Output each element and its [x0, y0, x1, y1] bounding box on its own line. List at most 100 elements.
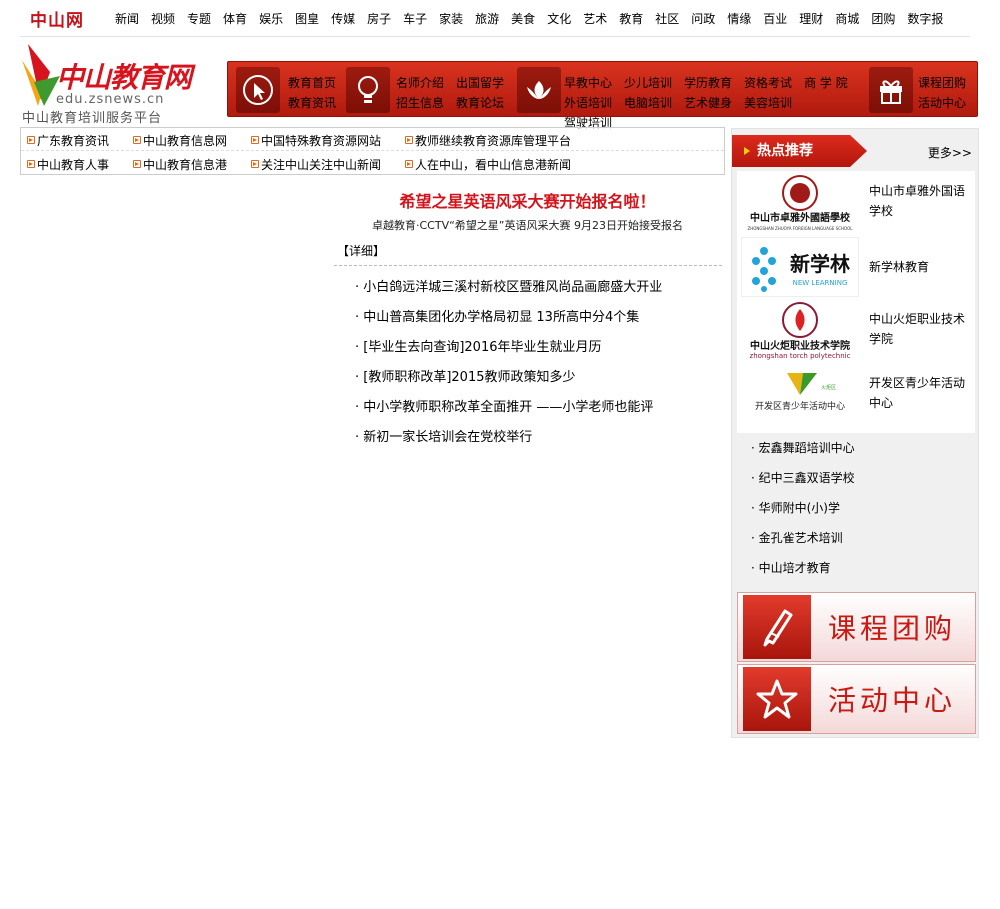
hot-list: 中山市卓雅外國語學校 ZHONGSHAN ZHUOYA FOREIGN LANG… — [737, 171, 975, 433]
top-nav-item[interactable]: 数字报 — [907, 10, 943, 27]
top-nav-item[interactable]: 房子 — [367, 10, 391, 27]
nav-item[interactable]: 少儿培训 — [624, 73, 672, 93]
hot-header: 热点推荐 更多>> — [732, 135, 978, 167]
hot-text-link[interactable]: · 宏鑫舞蹈培训中心 — [737, 433, 975, 463]
nav-item[interactable]: 教育资讯 — [288, 93, 336, 113]
nav-item[interactable]: 课程团购 — [918, 73, 966, 93]
hot-item[interactable]: 新学林 NEW LEARNING 新学林教育 — [737, 235, 975, 299]
top-nav-item[interactable]: 图皇 — [295, 10, 319, 27]
hot-item[interactable]: 中山火炬职业技术学院 zhongshan torch polytechnic 中… — [737, 299, 975, 363]
quick-link[interactable]: 中山教育人事 — [27, 156, 109, 173]
nav-item[interactable]: 招生信息 — [396, 93, 444, 113]
category-nav: 教育首页 教育资讯 名师介绍 出国留学 招生信息 教育论坛 早教中心 少儿培训 学历教育… — [227, 61, 978, 130]
top-nav-item[interactable]: 问政 — [691, 10, 715, 27]
nav-item[interactable]: 教育论坛 — [456, 93, 504, 113]
nav-item[interactable]: 电脑培训 — [624, 93, 672, 113]
quick-link-label: 中山教育信息网 — [143, 134, 228, 148]
news-item[interactable]: · [毕业生去向查询]2016年毕业生就业月历 — [355, 338, 662, 368]
hot-recommend-panel: 热点推荐 更多>> 中山市卓雅外國語學校 ZHONGSHAN ZHUOYA FO… — [731, 128, 979, 738]
top-nav-item[interactable]: 家装 — [439, 10, 463, 27]
hot-text-link[interactable]: · 中山培才教育 — [737, 553, 975, 583]
nav-item[interactable]: 外语培训 — [564, 93, 612, 113]
quick-link[interactable]: 中山教育信息网 — [133, 132, 227, 149]
top-nav-item[interactable]: 百业 — [763, 10, 787, 27]
top-nav-item[interactable]: 情缘 — [727, 10, 751, 27]
edu-logo[interactable]: 中山教育网 edu.zsnews.cn 中山教育培训服务平台 — [20, 42, 210, 126]
top-nav-item[interactable]: 理财 — [799, 10, 823, 27]
gift-icon — [869, 67, 913, 113]
top-nav-item[interactable]: 社区 — [655, 10, 679, 27]
quick-link[interactable]: 广东教育资讯 — [27, 132, 109, 149]
news-item[interactable]: · 中山普高集团化办学格局初显 13所高中分4个集 — [355, 308, 662, 338]
news-item[interactable]: · 中小学教师职称改革全面推开 ——小学老师也能评 — [355, 398, 662, 428]
news-item[interactable]: · 小白鸽远洋城三溪村新校区暨雅风尚品画廊盛大开业 — [355, 278, 662, 308]
top-nav-item[interactable]: 商城 — [835, 10, 859, 27]
school-logo[interactable]: 中山火炬职业技术学院 zhongshan torch polytechnic — [741, 301, 859, 361]
top-nav-item[interactable]: 专题 — [187, 10, 211, 27]
quick-link[interactable]: 中山教育信息港 — [133, 156, 227, 173]
detail-link[interactable]: 【详细】 — [337, 242, 385, 259]
top-nav-item[interactable]: 教育 — [619, 10, 643, 27]
hot-text-link[interactable]: · 金孔雀艺术培训 — [737, 523, 975, 553]
nav-item[interactable]: 出国留学 — [456, 73, 504, 93]
cursor-icon — [236, 67, 280, 113]
nav-item[interactable]: 艺术健身 — [684, 93, 732, 113]
nav-item[interactable]: 名师介绍 — [396, 73, 444, 93]
nav-item[interactable]: 学历教育 — [684, 73, 732, 93]
logo-sub: 火炬区 — [821, 384, 836, 391]
top-nav-item[interactable]: 娱乐 — [259, 10, 283, 27]
arrow-icon — [133, 160, 141, 168]
top-nav-item[interactable]: 团购 — [871, 10, 895, 27]
top-nav-item[interactable]: 美食 — [511, 10, 535, 27]
nav-item[interactable]: 商 学 院 — [804, 73, 848, 93]
arrow-icon — [251, 160, 259, 168]
headline-title[interactable]: 希望之星英语风采大赛开始报名啦！ — [335, 188, 720, 212]
top-nav-item[interactable]: 艺术 — [583, 10, 607, 27]
more-link[interactable]: 更多>> — [928, 144, 972, 161]
course-groupbuy-banner[interactable]: 课程团购 — [737, 592, 976, 662]
hot-item-name[interactable]: 开发区青少年活动中心 — [869, 373, 973, 413]
school-logo[interactable]: 开发区青少年活动中心 火炬区 — [741, 365, 859, 425]
quick-link[interactable]: 关注中山关注中山新闻 — [251, 156, 381, 173]
hot-item[interactable]: 中山市卓雅外國語學校 ZHONGSHAN ZHUOYA FOREIGN LANG… — [737, 171, 975, 235]
arrow-icon — [405, 136, 413, 144]
nav-item[interactable]: 资格考试 — [744, 73, 792, 93]
top-nav-item[interactable]: 体育 — [223, 10, 247, 27]
quick-link[interactable]: 教师继续教育资源库管理平台 — [405, 132, 571, 149]
top-nav-item[interactable]: 视频 — [151, 10, 175, 27]
news-item[interactable]: · [教师职称改革]2015教师政策知多少 — [355, 368, 662, 398]
top-nav-item[interactable]: 新闻 — [115, 10, 139, 27]
hot-text-link[interactable]: · 纪中三鑫双语学校 — [737, 463, 975, 493]
site-logo[interactable]: 中山网 — [30, 6, 84, 31]
quick-link[interactable]: 中国特殊教育资源网站 — [251, 132, 381, 149]
arrow-icon — [27, 160, 35, 168]
hot-item[interactable]: 开发区青少年活动中心 火炬区 开发区青少年活动中心 — [737, 363, 975, 427]
top-nav-item[interactable]: 传媒 — [331, 10, 355, 27]
top-nav-item[interactable]: 文化 — [547, 10, 571, 27]
hot-text-link[interactable]: · 华师附中(小)学 — [737, 493, 975, 523]
top-nav-item[interactable]: 车子 — [403, 10, 427, 27]
lightbulb-icon — [346, 67, 390, 113]
nav-item[interactable]: 活动中心 — [918, 93, 966, 113]
top-nav: 中山网 新闻 视频 专题 体育 娱乐 图皇 传媒 房子 车子 家装 旅游 美食 文化 艺术 教育 社区 问政 情缘… — [20, 0, 970, 37]
banner-label: 活动中心 — [828, 684, 957, 717]
nav-group-3: 早教中心 少儿培训 学历教育 资格考试商 学 院 外语培训 电脑培训 艺术健身 美容培训驾驶… — [564, 73, 864, 133]
nav-item[interactable]: 教育首页 — [288, 73, 336, 93]
hot-item-name[interactable]: 中山火炬职业技术学院 — [869, 309, 973, 349]
quick-link[interactable]: 人在中山，看中山信息港新闻 — [405, 156, 571, 173]
star-icon — [743, 667, 811, 731]
school-logo[interactable]: 中山市卓雅外國語學校 ZHONGSHAN ZHUOYA FOREIGN LANG… — [741, 173, 859, 233]
news-item[interactable]: · 新初一家长培训会在党校举行 — [355, 428, 662, 458]
arrow-icon — [133, 136, 141, 144]
quick-links-row: 中山教育人事 中山教育信息港 关注中山关注中山新闻 人在中山，看中山信息港新闻 — [21, 152, 724, 175]
hot-tab: 热点推荐 — [732, 135, 867, 167]
quick-links-row: 广东教育资讯 中山教育信息网 中国特殊教育资源网站 教师继续教育资源库管理平台 — [21, 128, 724, 151]
activity-center-banner[interactable]: 活动中心 — [737, 664, 976, 734]
nav-item[interactable]: 美容培训 — [744, 93, 792, 113]
headline-subtitle: 卓越教育·CCTV“希望之星”英语风采大赛 9月23日开始接受报名 — [372, 219, 683, 232]
hot-item-name[interactable]: 中山市卓雅外国语学校 — [869, 181, 973, 221]
top-nav-item[interactable]: 旅游 — [475, 10, 499, 27]
school-logo[interactable]: 新学林 NEW LEARNING — [741, 237, 859, 297]
nav-item[interactable]: 早教中心 — [564, 73, 612, 93]
hot-item-name[interactable]: 新学林教育 — [869, 257, 973, 277]
